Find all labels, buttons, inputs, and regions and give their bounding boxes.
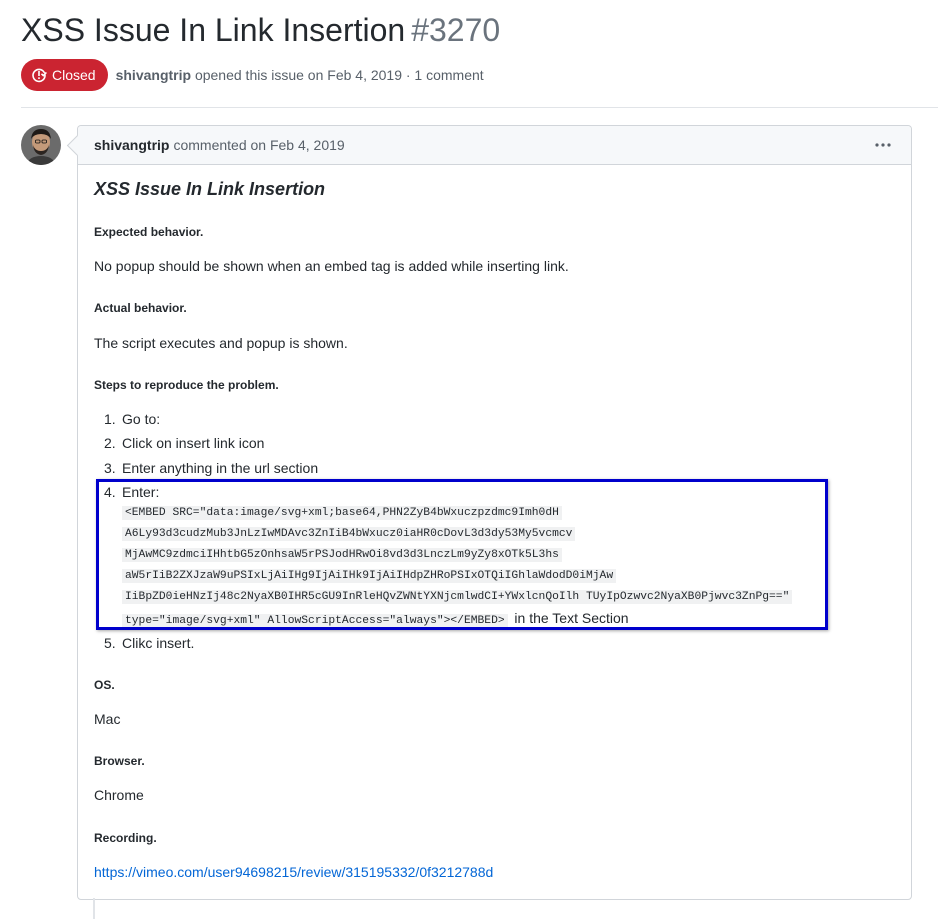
kebab-menu-icon[interactable] bbox=[873, 135, 893, 155]
recording-link[interactable]: https://vimeo.com/user94698215/review/31… bbox=[94, 864, 493, 880]
header-divider bbox=[21, 107, 938, 108]
os-value: Mac bbox=[94, 711, 121, 727]
list-item: 1. Go to: bbox=[104, 411, 161, 427]
issue-opened-text: shivangtrip opened this issue on Feb 4, … bbox=[116, 67, 484, 83]
avatar[interactable] bbox=[21, 125, 61, 165]
actual-text: The script executes and popup is shown. bbox=[94, 335, 348, 351]
list-item: 2. Click on insert link icon bbox=[104, 435, 265, 451]
list-item: 5. Clikc insert. bbox=[104, 635, 195, 651]
steps-heading: Steps to reproduce the problem. bbox=[94, 378, 279, 392]
comment-title: XSS Issue In Link Insertion bbox=[94, 179, 326, 199]
issue-meta: Closed shivangtrip opened this issue on … bbox=[21, 58, 484, 91]
recording-heading: Recording. bbox=[94, 831, 157, 845]
issue-title-row: XSS Issue In Link Insertion #3270 bbox=[21, 10, 500, 50]
comment-timestamp[interactable]: commented on Feb 4, 2019 bbox=[173, 137, 344, 153]
timeline-line bbox=[93, 898, 95, 919]
issue-number: #3270 bbox=[411, 12, 501, 48]
issue-title: XSS Issue In Link Insertion bbox=[21, 12, 406, 48]
browser-heading: Browser. bbox=[94, 754, 145, 768]
expected-heading: Expected behavior. bbox=[94, 225, 204, 239]
issue-closed-icon bbox=[31, 67, 47, 83]
comment-header: shivangtrip commented on Feb 4, 2019 bbox=[78, 126, 911, 165]
status-badge: Closed bbox=[21, 58, 108, 91]
os-heading: OS. bbox=[94, 678, 115, 692]
browser-value: Chrome bbox=[94, 787, 144, 803]
expected-text: No popup should be shown when an embed t… bbox=[94, 258, 569, 274]
status-label: Closed bbox=[52, 66, 96, 83]
actual-heading: Actual behavior. bbox=[94, 301, 187, 315]
comment-author-link[interactable]: shivangtrip bbox=[94, 137, 169, 153]
issue-opened-details: opened this issue on Feb 4, 2019 · 1 com… bbox=[194, 66, 484, 83]
list-item: 3. Enter anything in the url section bbox=[104, 460, 319, 476]
issue-author-link[interactable]: shivangtrip bbox=[116, 67, 191, 83]
highlight-box bbox=[96, 479, 828, 630]
